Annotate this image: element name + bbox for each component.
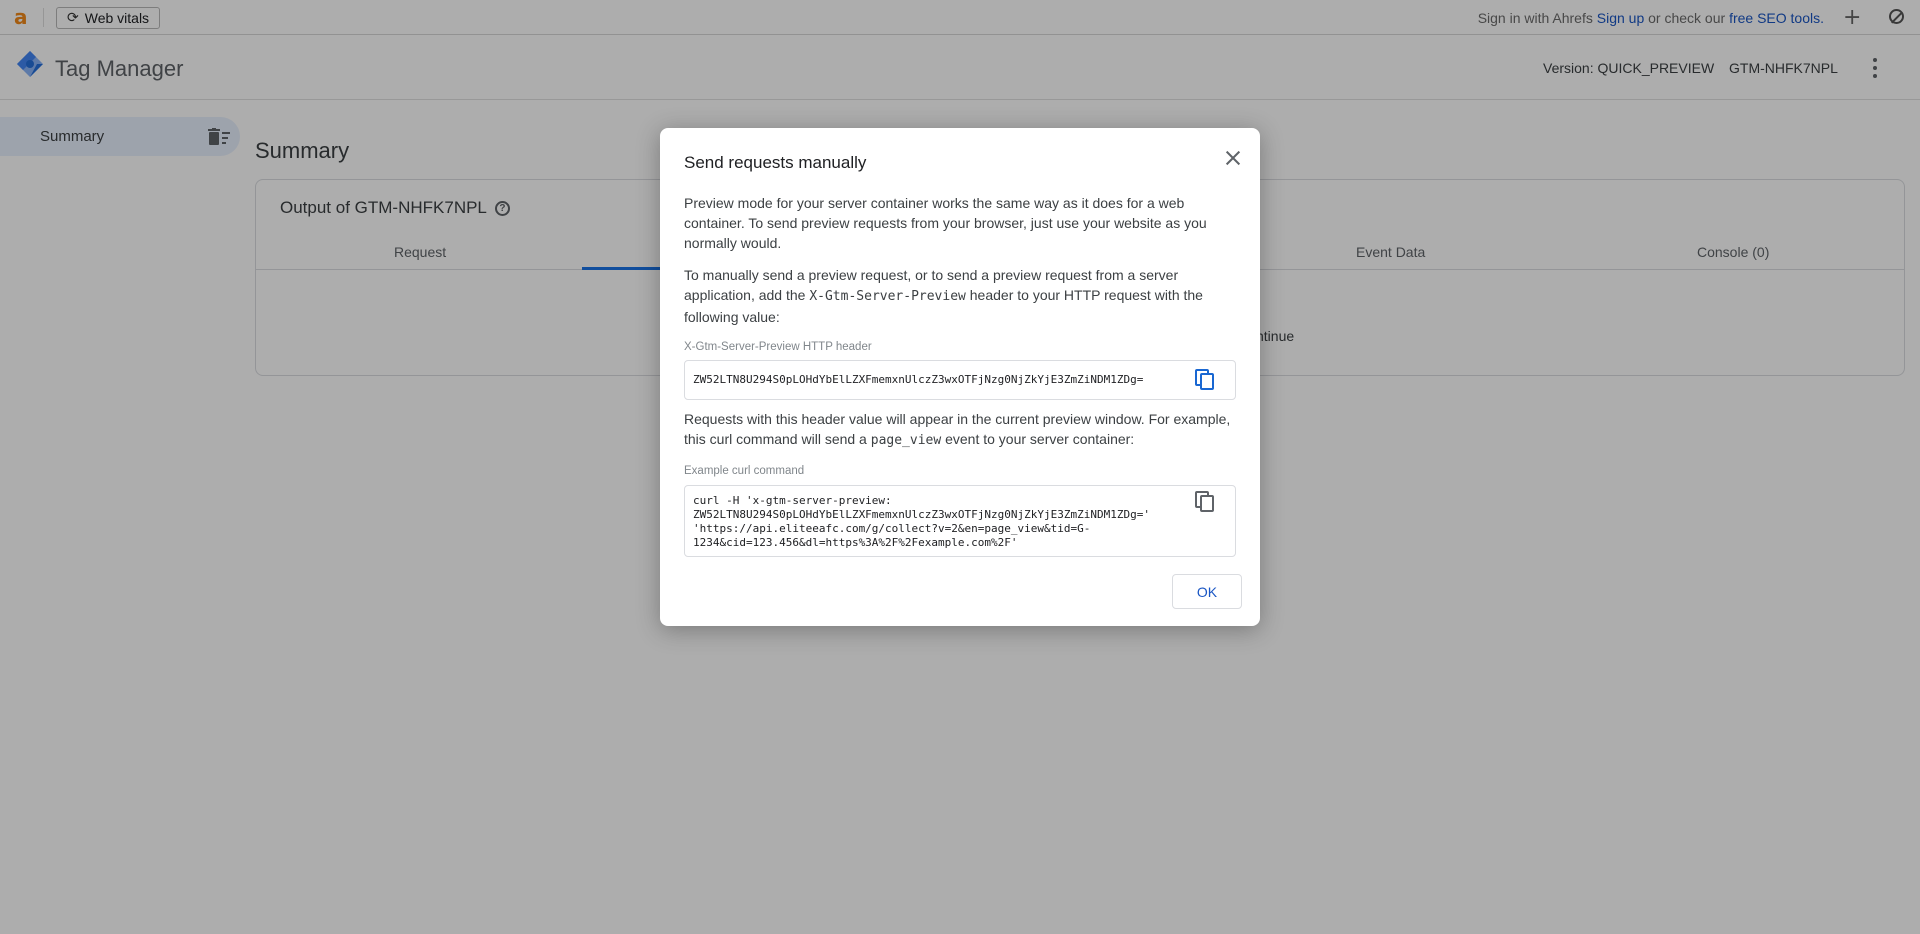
dialog-title: Send requests manually <box>684 153 867 172</box>
copy-icon[interactable] <box>1195 369 1215 391</box>
curl-command-box[interactable]: curl -H 'x-gtm-server-preview: ZW52LTN8U… <box>684 485 1236 557</box>
header-name-code: X-Gtm-Server-Preview <box>809 289 966 304</box>
close-icon[interactable] <box>1221 146 1245 170</box>
para3-text-b: event to your server container: <box>941 431 1135 447</box>
page-view-code: page_view <box>870 433 942 448</box>
curl-field-label: Example curl command <box>684 465 805 477</box>
intro-paragraph: Preview mode for your server container w… <box>684 195 1207 251</box>
curl-line: 'https://api.eliteeafc.com/g/collect?v=2… <box>693 522 1091 535</box>
send-requests-dialog: Send requests manually Preview mode for … <box>660 128 1260 626</box>
requests-paragraph: Requests with this header value will app… <box>684 409 1236 451</box>
header-field-label: X-Gtm-Server-Preview HTTP header <box>684 341 872 353</box>
curl-line: 1234&cid=123.456&dl=https%3A%2F%2Fexampl… <box>693 536 1018 549</box>
curl-line: curl -H 'x-gtm-server-preview: <box>693 494 892 507</box>
ok-button[interactable]: OK <box>1172 574 1242 609</box>
header-value-box[interactable]: ZW52LTN8U294S0pLOHdYbElLZXFmemxnUlczZ3wx… <box>684 360 1236 400</box>
manual-request-paragraph: To manually send a preview request, or t… <box>684 265 1236 327</box>
copy-icon[interactable] <box>1195 491 1215 513</box>
header-value: ZW52LTN8U294S0pLOHdYbElLZXFmemxnUlczZ3wx… <box>693 373 1144 386</box>
curl-line: ZW52LTN8U294S0pLOHdYbElLZXFmemxnUlczZ3wx… <box>693 508 1150 521</box>
